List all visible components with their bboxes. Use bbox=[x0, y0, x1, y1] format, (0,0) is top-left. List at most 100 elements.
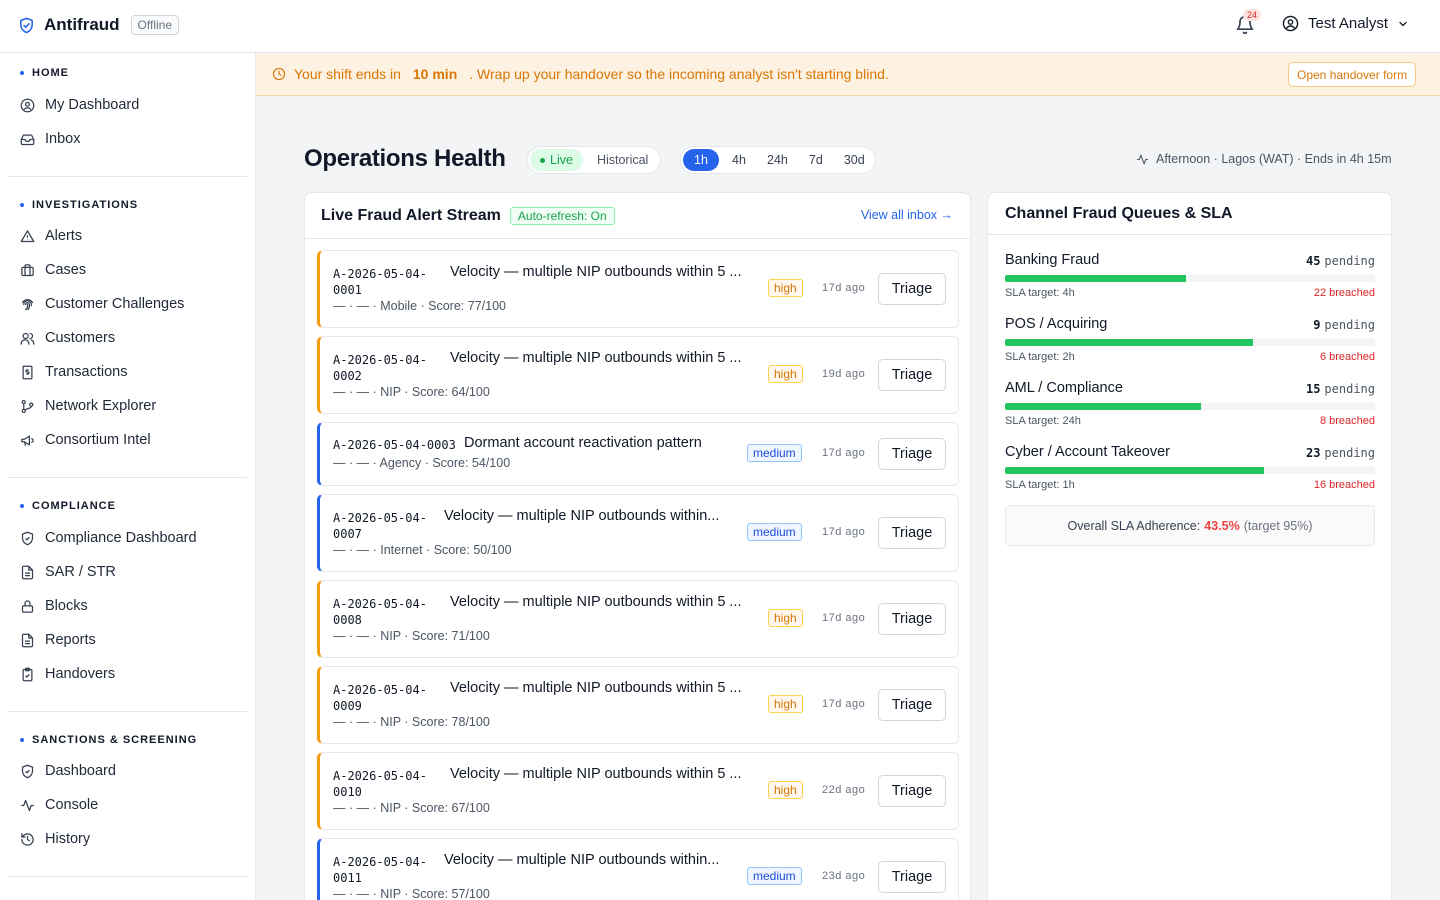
alert-id-line: 0008 bbox=[333, 613, 362, 627]
sidebar-section-investigations: INVESTIGATIONS bbox=[20, 199, 138, 211]
clock-icon bbox=[272, 67, 286, 81]
severity-badge: high bbox=[768, 279, 803, 297]
alert-card[interactable]: A-2026-05-04- 0009 Velocity — multiple NIP… bbox=[317, 666, 959, 744]
sidebar-item-alerts[interactable]: Alerts bbox=[20, 228, 82, 244]
sidebar-item-label: Handovers bbox=[45, 666, 116, 682]
alert-stream-panel: Live Fraud Alert Stream Auto-refresh: On… bbox=[304, 192, 971, 900]
range-1h[interactable]: 1h bbox=[683, 149, 719, 171]
triage-button[interactable]: Triage bbox=[878, 273, 946, 305]
sidebar-item-label: Network Explorer bbox=[45, 398, 157, 414]
range-7d[interactable]: 7d bbox=[798, 149, 834, 171]
alert-card[interactable]: A-2026-05-04- 0010 Velocity — multiple NIP… bbox=[317, 752, 959, 830]
fingerprint-icon bbox=[21, 298, 34, 310]
sidebar-item-customer-challenges[interactable]: Customer Challenges bbox=[20, 296, 184, 312]
historical-toggle[interactable]: Historical bbox=[587, 149, 658, 171]
alert-meta: — · — · Mobile · Score: 77/100 bbox=[333, 299, 506, 313]
alert-card[interactable]: A-2026-05-04- 0007 Velocity — multiple NIP… bbox=[317, 494, 959, 572]
queue-row[interactable]: Banking Fraud 45 pending SLA target: 4h 22 b… bbox=[1005, 252, 1375, 302]
alert-id-line: 0001 bbox=[333, 283, 362, 297]
triage-button[interactable]: Triage bbox=[878, 775, 946, 807]
sidebar-item-label: Cases bbox=[45, 262, 87, 278]
sidebar-item-consortium-intel[interactable]: Consortium Intel bbox=[20, 432, 151, 448]
section-title: INVESTIGATIONS bbox=[32, 199, 139, 211]
severity-badge: medium bbox=[747, 523, 802, 541]
auto-refresh-badge[interactable]: Auto-refresh: On bbox=[509, 206, 615, 225]
alert-title: Velocity — multiple NIP outbounds within… bbox=[450, 594, 742, 610]
alert-id: A-2026-05-04- 0001 bbox=[333, 266, 427, 298]
range-4h[interactable]: 4h bbox=[721, 149, 757, 171]
sidebar-item-network-explorer[interactable]: Network Explorer bbox=[20, 398, 156, 414]
section-dot bbox=[20, 504, 24, 508]
alert-title: Velocity — multiple NIP outbounds within… bbox=[450, 766, 742, 782]
sidebar-item-label: Compliance Dashboard bbox=[45, 530, 197, 546]
queue-row[interactable]: POS / Acquiring 9 pending SLA target: 2h 6 b… bbox=[1005, 316, 1375, 366]
clipboard-check-icon bbox=[22, 667, 33, 681]
triage-button[interactable]: Triage bbox=[878, 438, 946, 470]
sidebar-item-sanctions-dashboard[interactable]: Dashboard bbox=[20, 763, 116, 779]
sidebar-item-label: SAR / STR bbox=[45, 564, 116, 580]
sla-progress-bar bbox=[1005, 403, 1375, 410]
section-title: SANCTIONS & SCREENING bbox=[32, 734, 198, 746]
breached-count: 6 breached bbox=[1319, 351, 1375, 363]
queue-row[interactable]: AML / Compliance 15 pending SLA target: 24h… bbox=[1005, 380, 1375, 430]
document-icon bbox=[21, 565, 34, 579]
brand[interactable]: Antifraud Offline bbox=[18, 15, 180, 35]
alert-id-line: A-2026-05-04- bbox=[333, 267, 427, 281]
sla-progress-fill bbox=[1005, 275, 1187, 282]
sidebar-item-history[interactable]: History bbox=[20, 831, 90, 847]
range-24h[interactable]: 24h bbox=[759, 149, 796, 171]
alert-card[interactable]: A-2026-05-04- 0011 Velocity — multiple NIP… bbox=[317, 838, 959, 900]
alert-id-line: A-2026-05-04- bbox=[333, 597, 427, 611]
sla-target: SLA target: 1h bbox=[1005, 479, 1075, 491]
sidebar-item-sar-str[interactable]: SAR / STR bbox=[20, 564, 116, 580]
megaphone-icon bbox=[21, 435, 34, 446]
alert-id-line: A-2026-05-04- bbox=[333, 353, 427, 367]
severity-badge: high bbox=[768, 781, 803, 799]
sidebar-item-inbox[interactable]: Inbox bbox=[20, 131, 80, 147]
sidebar-item-console[interactable]: Console bbox=[20, 797, 98, 813]
sla-target: SLA target: 2h bbox=[1005, 351, 1075, 363]
queue-pending: 9 pending bbox=[1313, 318, 1375, 332]
sidebar-item-handovers[interactable]: Handovers bbox=[20, 666, 115, 682]
sidebar-item-blocks[interactable]: Blocks bbox=[20, 598, 88, 614]
alert-title: Velocity — multiple NIP outbounds within… bbox=[450, 350, 742, 366]
live-toggle[interactable]: Live bbox=[530, 149, 583, 171]
triage-button[interactable]: Triage bbox=[878, 603, 946, 635]
view-all-inbox-link[interactable]: View all inbox → bbox=[861, 208, 953, 222]
alert-card[interactable]: A-2026-05-04-0003 Dormant account reactiv… bbox=[317, 422, 959, 486]
alert-card[interactable]: A-2026-05-04- 0002 Velocity — multiple NIP… bbox=[317, 336, 959, 414]
alert-id-line: A-2026-05-04-0003 bbox=[333, 438, 456, 452]
alert-id-line: 0007 bbox=[333, 527, 362, 541]
sidebar-item-transactions[interactable]: Transactions bbox=[20, 364, 127, 380]
sidebar-item-customers[interactable]: Customers bbox=[20, 330, 115, 346]
alert-card[interactable]: A-2026-05-04- 0008 Velocity — multiple NIP… bbox=[317, 580, 959, 658]
triage-button[interactable]: Triage bbox=[878, 517, 946, 549]
page-title: Operations Health bbox=[304, 145, 506, 172]
open-handover-form-button[interactable]: Open handover form bbox=[1288, 62, 1417, 87]
banner-highlight: 10 min bbox=[412, 66, 458, 82]
sidebar-item-reports[interactable]: Reports bbox=[20, 632, 96, 648]
alert-stream-header: Live Fraud Alert Stream Auto-refresh: On… bbox=[305, 193, 970, 239]
range-30d[interactable]: 30d bbox=[836, 149, 873, 171]
alert-title: Velocity — multiple NIP outbounds within… bbox=[450, 680, 742, 696]
sidebar-item-compliance-dashboard[interactable]: Compliance Dashboard bbox=[20, 530, 197, 546]
queue-name: POS / Acquiring bbox=[1005, 316, 1108, 332]
triage-button[interactable]: Triage bbox=[878, 861, 946, 893]
sidebar-item-cases[interactable]: Cases bbox=[20, 262, 86, 278]
alert-title: Velocity — multiple NIP outbounds within… bbox=[444, 508, 720, 524]
alert-id-line: 0011 bbox=[333, 871, 362, 885]
user-menu[interactable]: Test Analyst bbox=[1282, 15, 1409, 32]
alert-meta: — · — · NIP · Score: 64/100 bbox=[333, 385, 490, 399]
queue-row[interactable]: Cyber / Account Takeover 23 pending SLA tar… bbox=[1005, 444, 1375, 494]
alert-meta: — · — · NIP · Score: 71/100 bbox=[333, 629, 490, 643]
triage-button[interactable]: Triage bbox=[878, 359, 946, 391]
triage-button[interactable]: Triage bbox=[878, 689, 946, 721]
alert-age: 17d ago bbox=[822, 698, 866, 710]
overall-target: (target 95%) bbox=[1243, 518, 1313, 533]
sidebar-item-my-dashboard[interactable]: My Dashboard bbox=[20, 97, 139, 113]
alert-title: Velocity — multiple NIP outbounds within… bbox=[444, 852, 720, 868]
section-dot bbox=[20, 203, 24, 207]
sidebar-item-label: Dashboard bbox=[45, 763, 116, 779]
mode-toggle: Live Historical bbox=[527, 146, 662, 174]
alert-card[interactable]: A-2026-05-04- 0001 Velocity — multiple NIP… bbox=[317, 250, 959, 328]
